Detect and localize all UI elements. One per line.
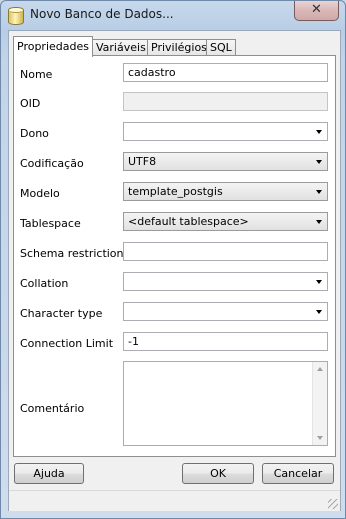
- window-title: Novo Banco de Dados...: [30, 7, 174, 21]
- cancel-button[interactable]: Cancelar: [262, 463, 334, 484]
- tab-variaveis[interactable]: Variáveis: [92, 39, 150, 56]
- tablespace-label: Tablespace: [20, 217, 81, 230]
- tablespace-value: <default tablespace>: [128, 215, 249, 228]
- character-type-select[interactable]: [123, 302, 328, 321]
- chevron-down-icon: [316, 310, 322, 314]
- help-button[interactable]: Ajuda: [14, 463, 84, 484]
- schema-restriction-label: Schema restriction: [20, 247, 124, 260]
- ok-button[interactable]: OK: [182, 463, 254, 484]
- nome-input[interactable]: cadastro: [123, 63, 328, 82]
- collation-label: Collation: [20, 277, 69, 290]
- dialog-body: Propriedades Variáveis Privilégios SQL N…: [8, 30, 341, 511]
- comentario-scrollbar[interactable]: [312, 362, 327, 445]
- modelo-select[interactable]: template_postgis: [123, 182, 328, 201]
- codificacao-label: Codificação: [20, 157, 84, 170]
- database-icon: [8, 7, 24, 25]
- comentario-textarea[interactable]: [123, 361, 328, 446]
- tab-bar: Propriedades Variáveis Privilégios SQL: [13, 36, 333, 57]
- comentario-label: Comentário: [20, 402, 85, 415]
- chevron-down-icon: [316, 190, 322, 194]
- codificacao-select[interactable]: UTF8: [123, 152, 328, 171]
- properties-panel: Nome cadastro OID Dono Codificação UTF8 …: [13, 55, 336, 457]
- tab-propriedades[interactable]: Propriedades: [13, 36, 93, 57]
- resize-grip-icon[interactable]: [328, 499, 338, 509]
- collation-select[interactable]: [123, 272, 328, 291]
- nome-label: Nome: [20, 68, 53, 81]
- codificacao-value: UTF8: [128, 155, 157, 168]
- oid-label: OID: [20, 97, 41, 110]
- connection-limit-label: Connection Limit: [20, 337, 114, 350]
- title-bar[interactable]: Novo Banco de Dados... ✕: [1, 1, 345, 29]
- tablespace-select[interactable]: <default tablespace>: [123, 212, 328, 231]
- oid-input: [123, 92, 328, 111]
- tab-sql[interactable]: SQL: [206, 39, 236, 56]
- tab-privilegios[interactable]: Privilégios: [147, 39, 211, 56]
- chevron-down-icon: [316, 220, 322, 224]
- dono-label: Dono: [20, 127, 49, 140]
- dialog-window: Novo Banco de Dados... ✕ Propriedades Va…: [0, 0, 346, 519]
- modelo-value: template_postgis: [128, 185, 223, 198]
- connection-limit-input[interactable]: -1: [123, 332, 328, 351]
- modelo-label: Modelo: [20, 187, 60, 200]
- chevron-down-icon: [316, 160, 322, 164]
- chevron-down-icon: [316, 130, 322, 134]
- scroll-down-icon[interactable]: [317, 436, 323, 440]
- dono-select[interactable]: [123, 122, 328, 141]
- chevron-down-icon: [316, 280, 322, 284]
- character-type-label: Character type: [20, 307, 103, 320]
- status-bar: [9, 490, 340, 511]
- close-button[interactable]: ✕: [294, 1, 339, 21]
- schema-restriction-input[interactable]: [123, 242, 328, 261]
- scroll-up-icon[interactable]: [317, 367, 323, 371]
